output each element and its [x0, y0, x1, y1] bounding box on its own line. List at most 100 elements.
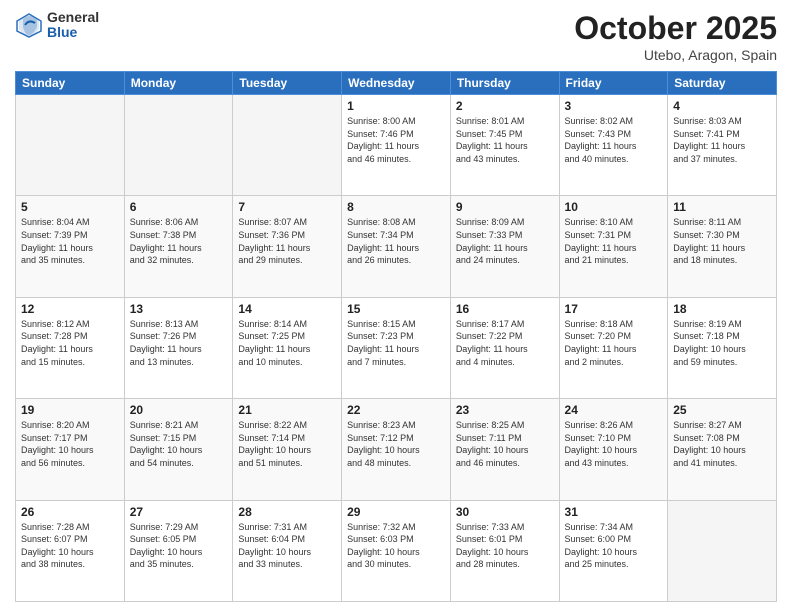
- day-number: 27: [130, 505, 228, 519]
- weekday-header-monday: Monday: [124, 72, 233, 95]
- weekday-header-tuesday: Tuesday: [233, 72, 342, 95]
- day-info: Sunrise: 8:08 AM Sunset: 7:34 PM Dayligh…: [347, 216, 445, 266]
- day-number: 3: [565, 99, 663, 113]
- calendar-cell: 20 Sunrise: 8:21 AM Sunset: 7:15 PM Dayli…: [124, 399, 233, 500]
- calendar-cell: 3 Sunrise: 8:02 AM Sunset: 7:43 PM Daylig…: [559, 95, 668, 196]
- day-info: Sunrise: 7:34 AM Sunset: 6:00 PM Dayligh…: [565, 521, 663, 571]
- day-number: 12: [21, 302, 119, 316]
- calendar-cell: 29 Sunrise: 7:32 AM Sunset: 6:03 PM Dayli…: [342, 500, 451, 601]
- day-info: Sunrise: 8:22 AM Sunset: 7:14 PM Dayligh…: [238, 419, 336, 469]
- day-info: Sunrise: 8:00 AM Sunset: 7:46 PM Dayligh…: [347, 115, 445, 165]
- day-info: Sunrise: 7:29 AM Sunset: 6:05 PM Dayligh…: [130, 521, 228, 571]
- weekday-header-saturday: Saturday: [668, 72, 777, 95]
- day-info: Sunrise: 8:14 AM Sunset: 7:25 PM Dayligh…: [238, 318, 336, 368]
- calendar-cell: 2 Sunrise: 8:01 AM Sunset: 7:45 PM Daylig…: [450, 95, 559, 196]
- day-info: Sunrise: 8:02 AM Sunset: 7:43 PM Dayligh…: [565, 115, 663, 165]
- day-number: 16: [456, 302, 554, 316]
- calendar-cell: 13 Sunrise: 8:13 AM Sunset: 7:26 PM Dayli…: [124, 297, 233, 398]
- day-info: Sunrise: 8:18 AM Sunset: 7:20 PM Dayligh…: [565, 318, 663, 368]
- calendar-cell: 1Sunrise: 8:00 AM Sunset: 7:46 PM Daylig…: [342, 95, 451, 196]
- calendar-cell: 4Sunrise: 8:03 AM Sunset: 7:41 PM Daylig…: [668, 95, 777, 196]
- day-info: Sunrise: 8:03 AM Sunset: 7:41 PM Dayligh…: [673, 115, 771, 165]
- day-number: 2: [456, 99, 554, 113]
- day-number: 21: [238, 403, 336, 417]
- calendar-cell: 31 Sunrise: 7:34 AM Sunset: 6:00 PM Dayli…: [559, 500, 668, 601]
- calendar-week-row: 1Sunrise: 8:00 AM Sunset: 7:46 PM Daylig…: [16, 95, 777, 196]
- calendar-cell: 15Sunrise: 8:15 AM Sunset: 7:23 PM Dayli…: [342, 297, 451, 398]
- day-info: Sunrise: 8:23 AM Sunset: 7:12 PM Dayligh…: [347, 419, 445, 469]
- day-info: Sunrise: 8:25 AM Sunset: 7:11 PM Dayligh…: [456, 419, 554, 469]
- calendar-cell: 16 Sunrise: 8:17 AM Sunset: 7:22 PM Dayli…: [450, 297, 559, 398]
- day-info: Sunrise: 8:06 AM Sunset: 7:38 PM Dayligh…: [130, 216, 228, 266]
- calendar-cell: 22 Sunrise: 8:23 AM Sunset: 7:12 PM Dayli…: [342, 399, 451, 500]
- calendar-cell: 9 Sunrise: 8:09 AM Sunset: 7:33 PM Daylig…: [450, 196, 559, 297]
- calendar-cell: [668, 500, 777, 601]
- day-number: 9: [456, 200, 554, 214]
- calendar-week-row: 26Sunrise: 7:28 AM Sunset: 6:07 PM Dayli…: [16, 500, 777, 601]
- day-number: 5: [21, 200, 119, 214]
- day-number: 29: [347, 505, 445, 519]
- logo-general-text: General: [47, 10, 99, 25]
- page: General Blue October 2025 Utebo, Aragon,…: [0, 0, 792, 612]
- weekday-header-sunday: Sunday: [16, 72, 125, 95]
- day-number: 11: [673, 200, 771, 214]
- day-info: Sunrise: 8:27 AM Sunset: 7:08 PM Dayligh…: [673, 419, 771, 469]
- day-number: 22: [347, 403, 445, 417]
- day-info: Sunrise: 7:33 AM Sunset: 6:01 PM Dayligh…: [456, 521, 554, 571]
- calendar-cell: 27 Sunrise: 7:29 AM Sunset: 6:05 PM Dayli…: [124, 500, 233, 601]
- calendar-cell: [124, 95, 233, 196]
- logo-text: General Blue: [47, 10, 99, 41]
- calendar-cell: 17 Sunrise: 8:18 AM Sunset: 7:20 PM Dayli…: [559, 297, 668, 398]
- calendar-cell: 23Sunrise: 8:25 AM Sunset: 7:11 PM Dayli…: [450, 399, 559, 500]
- calendar-cell: 28 Sunrise: 7:31 AM Sunset: 6:04 PM Dayli…: [233, 500, 342, 601]
- day-info: Sunrise: 8:11 AM Sunset: 7:30 PM Dayligh…: [673, 216, 771, 266]
- day-info: Sunrise: 8:20 AM Sunset: 7:17 PM Dayligh…: [21, 419, 119, 469]
- day-number: 13: [130, 302, 228, 316]
- day-number: 20: [130, 403, 228, 417]
- day-info: Sunrise: 8:26 AM Sunset: 7:10 PM Dayligh…: [565, 419, 663, 469]
- day-number: 25: [673, 403, 771, 417]
- calendar-cell: 8 Sunrise: 8:08 AM Sunset: 7:34 PM Daylig…: [342, 196, 451, 297]
- calendar-table: SundayMondayTuesdayWednesdayThursdayFrid…: [15, 71, 777, 602]
- day-info: Sunrise: 7:28 AM Sunset: 6:07 PM Dayligh…: [21, 521, 119, 571]
- day-info: Sunrise: 8:12 AM Sunset: 7:28 PM Dayligh…: [21, 318, 119, 368]
- header: General Blue October 2025 Utebo, Aragon,…: [15, 10, 777, 63]
- calendar-cell: 11 Sunrise: 8:11 AM Sunset: 7:30 PM Dayli…: [668, 196, 777, 297]
- logo-blue-text: Blue: [47, 25, 99, 40]
- day-info: Sunrise: 8:15 AM Sunset: 7:23 PM Dayligh…: [347, 318, 445, 368]
- day-info: Sunrise: 8:10 AM Sunset: 7:31 PM Dayligh…: [565, 216, 663, 266]
- day-info: Sunrise: 8:13 AM Sunset: 7:26 PM Dayligh…: [130, 318, 228, 368]
- day-number: 18: [673, 302, 771, 316]
- day-number: 6: [130, 200, 228, 214]
- calendar-cell: [16, 95, 125, 196]
- weekday-header-friday: Friday: [559, 72, 668, 95]
- logo-icon: [15, 11, 43, 39]
- day-number: 7: [238, 200, 336, 214]
- calendar-week-row: 12 Sunrise: 8:12 AM Sunset: 7:28 PM Dayli…: [16, 297, 777, 398]
- day-info: Sunrise: 7:31 AM Sunset: 6:04 PM Dayligh…: [238, 521, 336, 571]
- day-info: Sunrise: 8:09 AM Sunset: 7:33 PM Dayligh…: [456, 216, 554, 266]
- day-info: Sunrise: 8:01 AM Sunset: 7:45 PM Dayligh…: [456, 115, 554, 165]
- weekday-header-row: SundayMondayTuesdayWednesdayThursdayFrid…: [16, 72, 777, 95]
- day-number: 8: [347, 200, 445, 214]
- day-info: Sunrise: 8:19 AM Sunset: 7:18 PM Dayligh…: [673, 318, 771, 368]
- calendar-cell: 18 Sunrise: 8:19 AM Sunset: 7:18 PM Dayli…: [668, 297, 777, 398]
- day-info: Sunrise: 8:17 AM Sunset: 7:22 PM Dayligh…: [456, 318, 554, 368]
- day-info: Sunrise: 8:04 AM Sunset: 7:39 PM Dayligh…: [21, 216, 119, 266]
- day-number: 31: [565, 505, 663, 519]
- day-info: Sunrise: 7:32 AM Sunset: 6:03 PM Dayligh…: [347, 521, 445, 571]
- calendar-week-row: 19Sunrise: 8:20 AM Sunset: 7:17 PM Dayli…: [16, 399, 777, 500]
- day-number: 17: [565, 302, 663, 316]
- location-subtitle: Utebo, Aragon, Spain: [574, 47, 777, 63]
- day-info: Sunrise: 8:07 AM Sunset: 7:36 PM Dayligh…: [238, 216, 336, 266]
- day-number: 28: [238, 505, 336, 519]
- calendar-cell: 24Sunrise: 8:26 AM Sunset: 7:10 PM Dayli…: [559, 399, 668, 500]
- calendar-cell: 30Sunrise: 7:33 AM Sunset: 6:01 PM Dayli…: [450, 500, 559, 601]
- calendar-cell: [233, 95, 342, 196]
- calendar-cell: 5 Sunrise: 8:04 AM Sunset: 7:39 PM Daylig…: [16, 196, 125, 297]
- weekday-header-thursday: Thursday: [450, 72, 559, 95]
- day-info: Sunrise: 8:21 AM Sunset: 7:15 PM Dayligh…: [130, 419, 228, 469]
- calendar-cell: 10Sunrise: 8:10 AM Sunset: 7:31 PM Dayli…: [559, 196, 668, 297]
- calendar-cell: 25 Sunrise: 8:27 AM Sunset: 7:08 PM Dayli…: [668, 399, 777, 500]
- calendar-week-row: 5 Sunrise: 8:04 AM Sunset: 7:39 PM Daylig…: [16, 196, 777, 297]
